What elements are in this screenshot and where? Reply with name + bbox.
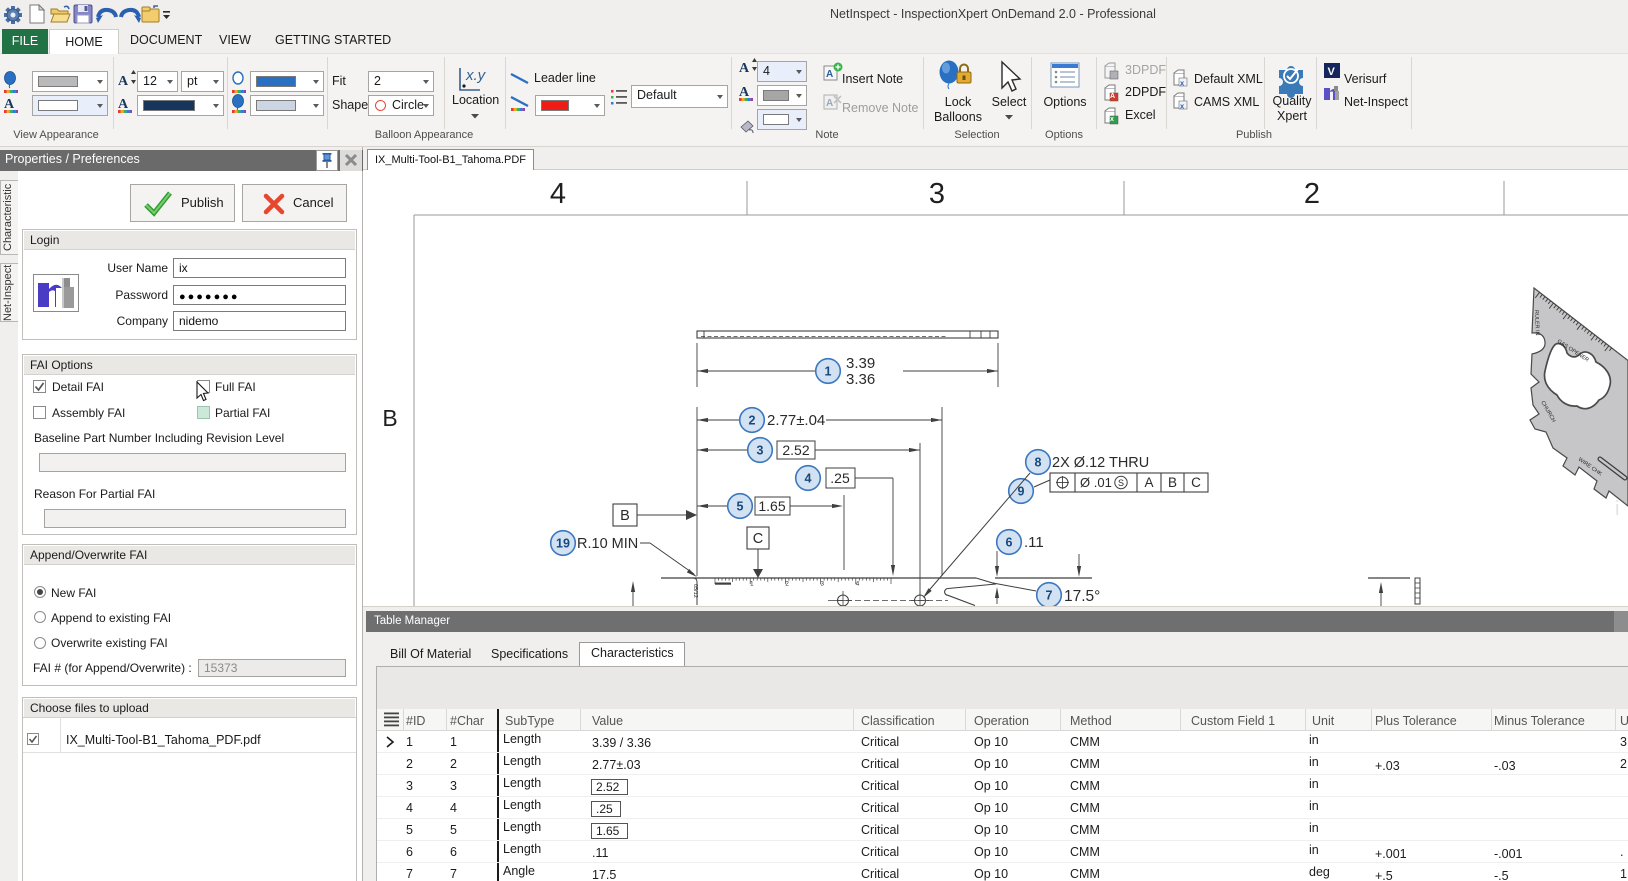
svg-text:R.10 MIN: R.10 MIN <box>577 536 638 552</box>
svg-text:.11: .11 <box>1024 534 1044 551</box>
svg-text:B: B <box>620 508 630 524</box>
svg-text:2: 2 <box>785 581 789 588</box>
svg-text:4: 4 <box>856 581 860 588</box>
svg-text:05/12: 05/12 <box>692 584 698 598</box>
svg-text:S: S <box>1118 478 1124 488</box>
svg-text:1: 1 <box>825 365 832 379</box>
svg-text:3: 3 <box>757 444 764 458</box>
svg-text:2: 2 <box>1304 178 1320 210</box>
svg-text:2.77±.04: 2.77±.04 <box>767 412 825 429</box>
svg-text:B: B <box>382 405 397 431</box>
svg-text:5: 5 <box>737 500 744 514</box>
svg-text:3: 3 <box>929 178 945 210</box>
svg-text:Ø .01: Ø .01 <box>1080 475 1112 490</box>
svg-text:17.5°: 17.5° <box>1064 588 1100 605</box>
svg-text:19: 19 <box>556 537 570 551</box>
svg-text:C: C <box>1191 475 1201 490</box>
svg-text:1.65: 1.65 <box>758 498 785 514</box>
svg-text:A: A <box>1144 475 1153 490</box>
svg-text:x: x <box>1110 116 1114 123</box>
svg-text:A: A <box>118 97 129 112</box>
svg-text:1: 1 <box>750 581 754 588</box>
svg-text:A: A <box>826 69 833 80</box>
svg-text:B: B <box>1168 475 1177 490</box>
svg-text:2.52: 2.52 <box>782 442 809 458</box>
svg-text:A: A <box>739 61 750 76</box>
svg-text:C: C <box>753 531 763 547</box>
svg-text:3.39: 3.39 <box>846 355 875 372</box>
svg-text:.25: .25 <box>830 470 850 486</box>
svg-text:2X Ø.12 THRU: 2X Ø.12 THRU <box>1052 455 1149 471</box>
svg-text:7: 7 <box>1046 589 1053 603</box>
svg-text:4: 4 <box>805 472 812 486</box>
svg-text:A: A <box>118 74 129 89</box>
svg-text:A: A <box>4 97 15 112</box>
svg-text:3: 3 <box>820 581 824 588</box>
svg-text:A: A <box>739 85 750 100</box>
svg-text:6: 6 <box>1006 536 1013 550</box>
svg-text:RULER IN: RULER IN <box>1533 310 1540 336</box>
svg-text:A: A <box>1110 93 1115 100</box>
svg-text:i: i <box>1615 498 1619 520</box>
svg-text:4: 4 <box>550 178 566 210</box>
svg-text:8: 8 <box>1035 456 1042 470</box>
svg-text:A: A <box>826 98 833 109</box>
svg-text:3.36: 3.36 <box>846 371 875 388</box>
svg-text:V: V <box>1328 66 1336 78</box>
svg-text:x.y: x.y <box>465 67 487 84</box>
svg-text:2: 2 <box>749 414 756 428</box>
